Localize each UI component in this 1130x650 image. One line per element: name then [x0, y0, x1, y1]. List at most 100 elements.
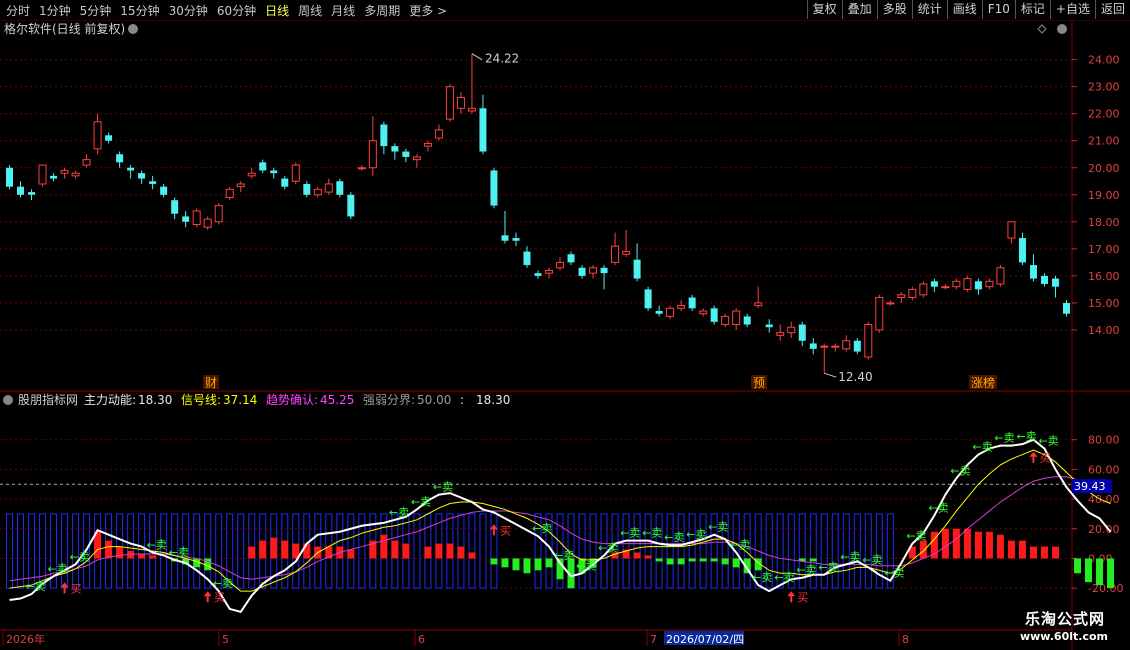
sell-signal-54: ←卖 — [928, 501, 948, 514]
candle-body-36 — [402, 151, 410, 157]
trend-bar-12 — [138, 513, 146, 589]
momentum-bar-99 — [1096, 558, 1104, 586]
sell-signal-12: ←卖 — [389, 506, 409, 519]
candle-body-75 — [831, 345, 840, 348]
momentum-bar-57 — [633, 552, 641, 559]
candle-body-55 — [611, 245, 620, 263]
trend-bar-57 — [633, 513, 641, 589]
momentum-bar-23 — [259, 540, 267, 559]
price-tick-label-0: 14.00 — [1088, 324, 1120, 337]
momentum-bar-35 — [391, 540, 399, 559]
momentum-bar-9 — [105, 540, 113, 559]
candle-body-89 — [985, 280, 994, 288]
candle-body-34 — [380, 124, 388, 147]
sell-signal-16: ←卖 — [433, 481, 453, 494]
candle-body-8 — [93, 121, 102, 150]
candle-body-57 — [633, 259, 641, 279]
sell-signal-30: ←卖 — [664, 531, 684, 544]
momentum-bar-86 — [952, 528, 960, 559]
high-price-label: 24.22 — [485, 52, 519, 66]
momentum-bar-44 — [490, 558, 498, 565]
candle-body-51 — [567, 254, 575, 263]
indicator-item-value-1: 37.14 — [223, 393, 257, 407]
candle-body-44 — [490, 170, 498, 206]
candle-body-69 — [765, 324, 773, 328]
candle-body-0 — [6, 167, 14, 187]
candle-body-12 — [138, 173, 146, 179]
sell-signal-0: ←卖 — [26, 580, 46, 593]
candle-body-16 — [182, 216, 190, 222]
title-dropdown-icon[interactable] — [128, 24, 138, 34]
candle-body-56 — [622, 251, 631, 255]
forecast-marker: 预 — [753, 376, 765, 390]
sell-signal-40: ←卖 — [774, 571, 794, 584]
momentum-bar-38 — [424, 546, 432, 559]
candle-body-59 — [655, 311, 663, 314]
candle-body-32 — [357, 167, 366, 170]
candle-body-15 — [171, 200, 179, 214]
stock-chart[interactable]: 14.00 15.00 16.00 17.00 18.00 19.00 20.00 21.00… — [0, 0, 1130, 650]
candle-body-10 — [116, 154, 124, 163]
candle-body-13 — [149, 181, 157, 184]
candle-body-17 — [192, 210, 201, 226]
sell-signal-32: ←卖 — [686, 528, 706, 541]
sell-signal-28: ←卖 — [642, 527, 662, 540]
candle-body-18 — [203, 218, 212, 228]
candle-body-29 — [324, 183, 333, 193]
diamond-icon[interactable] — [1037, 24, 1047, 34]
candle-body-90 — [996, 267, 1005, 285]
sell-signal-62: ←卖 — [1016, 430, 1036, 443]
indicator-dropdown-icon[interactable] — [3, 395, 13, 405]
momentum-bar-94 — [1040, 546, 1048, 559]
buy-arrow-1 — [203, 591, 212, 603]
candle-body-78 — [864, 324, 873, 358]
momentum-bar-90 — [996, 534, 1004, 559]
candle-body-62 — [688, 297, 696, 309]
price-tick-label-8: 22.00 — [1088, 108, 1120, 121]
candle-body-71 — [787, 326, 796, 334]
candle-body-4 — [50, 175, 58, 179]
sell-signal-10: ←卖 — [213, 577, 233, 590]
momentum-bar-62 — [688, 558, 696, 562]
sell-signal-52: ←卖 — [906, 530, 926, 543]
ind-tick-label-0: -20.00 — [1088, 582, 1123, 595]
sell-signal-8: ←卖 — [169, 546, 189, 559]
candle-body-53 — [589, 267, 598, 274]
candle-body-20 — [225, 188, 234, 198]
buy-signal-4: 买 — [1039, 452, 1050, 465]
candle-body-2 — [28, 192, 36, 195]
momentum-bar-42 — [468, 552, 476, 559]
momentum-bar-87 — [963, 528, 971, 559]
candle-body-19 — [214, 205, 223, 223]
candle-body-3 — [38, 164, 47, 185]
candle-body-73 — [809, 343, 817, 349]
candle-body-61 — [677, 305, 686, 309]
momentum-bar-49 — [545, 558, 553, 568]
momentum-bar-41 — [457, 546, 465, 559]
trend-bar-1 — [17, 513, 25, 589]
candle-body-52 — [578, 267, 586, 276]
sell-signal-36: ←卖 — [730, 539, 750, 552]
candle-body-86 — [952, 280, 961, 288]
candle-body-35 — [391, 146, 399, 152]
candle-body-27 — [303, 183, 311, 195]
candle-body-96 — [1062, 302, 1070, 314]
indicator-item-label-1: 信号线: — [181, 393, 221, 407]
sell-signal-4: ←卖 — [70, 550, 90, 563]
candle-body-60 — [666, 307, 675, 317]
candle-body-25 — [281, 178, 289, 187]
indicator-item-label-3: 强弱分界: — [363, 393, 415, 407]
candle-body-88 — [974, 281, 982, 290]
buy-signal-3: 买 — [797, 591, 808, 604]
momentum-bar-60 — [666, 558, 674, 565]
level-label: 39.43 — [1074, 480, 1106, 493]
candle-body-46 — [512, 238, 520, 241]
sell-signal-22: ←卖 — [576, 559, 596, 572]
momentum-bar-95 — [1051, 546, 1059, 559]
collapse-icon[interactable] — [1057, 24, 1067, 34]
candle-body-50 — [556, 261, 565, 269]
indicator-item-label-0: 主力动能: — [84, 393, 136, 407]
candle-body-93 — [1029, 265, 1037, 279]
trend-bar-52 — [578, 513, 586, 589]
candle-body-80 — [886, 302, 895, 305]
